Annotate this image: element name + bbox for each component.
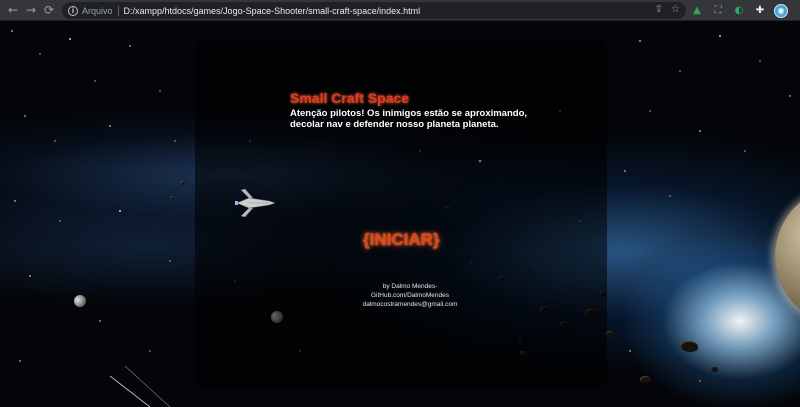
profile-avatar-icon[interactable]: ◉ <box>774 3 788 18</box>
arrow-left-icon: ← <box>7 3 19 17</box>
security-label: Arquivo <box>82 5 113 16</box>
credits-author: by Dalmo Mendes- <box>382 283 438 290</box>
browser-toolbar: ← → ⟳ i Arquivo D:/xampp/htdocs/games/Jo… <box>0 0 800 21</box>
reload-icon: ⟳ <box>43 3 55 17</box>
green-triangle-extension-icon[interactable]: ▲ <box>690 4 704 18</box>
game-page: Small Craft Space Atenção pilotos! Os in… <box>0 21 800 407</box>
share-icon[interactable]: ⇪ <box>655 4 663 15</box>
back-button[interactable]: ← <box>4 1 22 19</box>
moon-image <box>74 295 86 307</box>
puzzle-icon[interactable]: ✚ <box>753 4 767 18</box>
star-icon[interactable]: ☆ <box>671 4 680 15</box>
grey-extension-icon[interactable]: ⛶ <box>711 4 725 18</box>
credits-github[interactable]: GitHub.com/DalmoMendes <box>350 291 470 300</box>
arrow-right-icon: → <box>25 3 37 17</box>
kebab-menu-icon[interactable]: ⋮ <box>795 4 800 18</box>
reload-button[interactable]: ⟳ <box>40 1 58 19</box>
credits: by Dalmo Mendes- GitHub.com/DalmoMendes … <box>350 282 470 309</box>
credits-email[interactable]: dalmocostramendes@gmail.com <box>350 300 470 309</box>
forward-button[interactable]: → <box>22 1 40 19</box>
game-panel: Small Craft Space Atenção pilotos! Os in… <box>195 40 607 390</box>
game-intro-text: Atenção pilotos! Os inimigos estão se ap… <box>290 108 528 130</box>
start-button[interactable]: {INICIAR} <box>363 230 440 250</box>
game-title: Small Craft Space <box>290 90 410 106</box>
url-separator <box>117 5 119 16</box>
player-spaceship-image <box>235 188 276 218</box>
extensions-bar: ▲ ⛶ ◐ ✚ ◉ ⋮ <box>690 2 800 19</box>
address-bar[interactable]: i Arquivo D:/xampp/htdocs/games/Jogo-Spa… <box>62 2 686 19</box>
info-icon[interactable]: i <box>68 5 78 16</box>
teal-extension-icon[interactable]: ◐ <box>732 4 746 18</box>
url-text[interactable]: D:/xampp/htdocs/games/Jogo-Space-Shooter… <box>124 6 421 16</box>
